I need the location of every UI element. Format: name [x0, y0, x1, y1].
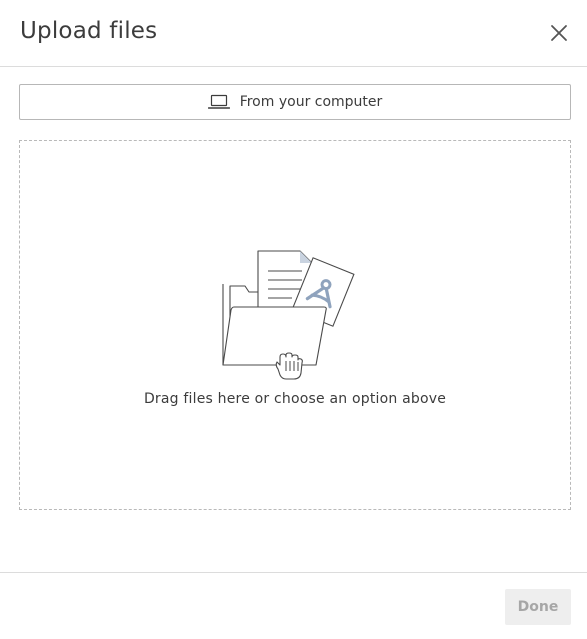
folder-documents-illustration	[222, 250, 355, 380]
close-icon	[551, 25, 567, 41]
done-button[interactable]: Done	[505, 589, 571, 625]
laptop-icon	[207, 94, 230, 109]
from-computer-button[interactable]: From your computer	[19, 84, 571, 120]
from-computer-label: From your computer	[239, 94, 383, 110]
dialog-title: Upload files	[20, 18, 158, 44]
dialog-header: Upload files	[0, 0, 587, 67]
dropzone-instructions: Drag files here or choose an option abov…	[143, 391, 447, 407]
dialog-footer	[0, 572, 587, 639]
file-dropzone[interactable]: Drag files here or choose an option abov…	[19, 140, 571, 510]
upload-files-dialog: Upload files From your computer Drag fil…	[0, 0, 587, 639]
close-button[interactable]	[544, 18, 574, 48]
